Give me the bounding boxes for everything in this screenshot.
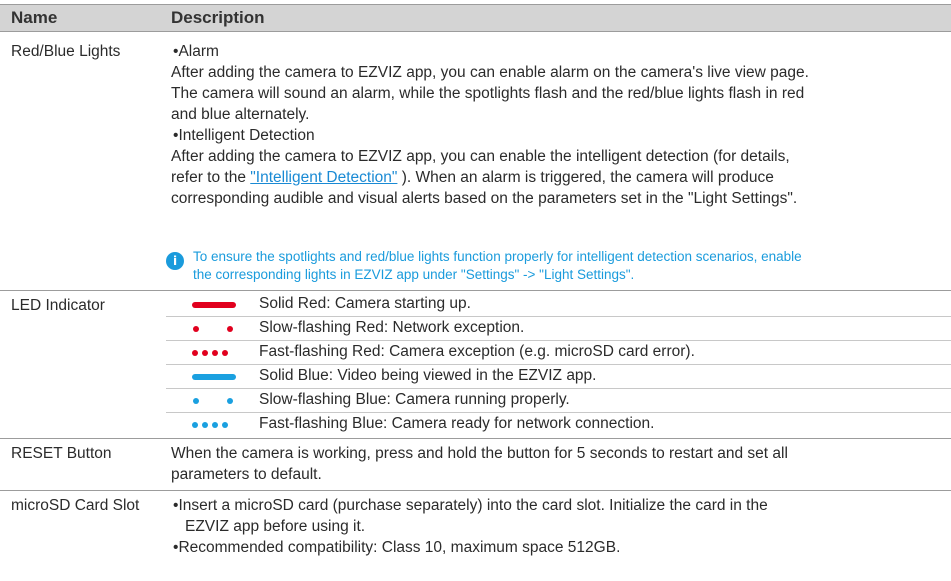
alarm-desc-line: The camera will sound an alarm, while th…: [171, 85, 805, 102]
led-row-divider: [166, 388, 951, 389]
led-dot: [227, 398, 233, 404]
detect-desc-line: corresponding audible and visual alerts …: [171, 190, 798, 207]
bullet-compatibility: •Recommended compatibility: Class 10, ma…: [173, 539, 621, 556]
bullet-detection: •Intelligent Detection: [173, 127, 315, 144]
row-name-sd: microSD Card Slot: [11, 497, 140, 514]
led-dot: [193, 398, 199, 404]
led-row-divider: [166, 412, 951, 413]
detect-desc-line: refer to the "Intelligent Detection" ). …: [171, 169, 774, 186]
led-row-divider: [166, 364, 951, 365]
led-solid-bar: [192, 374, 236, 380]
row-desc-lights: •Alarm After adding the camera to EZVIZ …: [171, 41, 946, 209]
detect-desc-line: After adding the camera to EZVIZ app, yo…: [171, 148, 790, 165]
led-pattern-icon: [181, 367, 241, 388]
led-description: Fast-flashing Red: Camera exception (e.g…: [259, 343, 695, 360]
led-dot: [192, 422, 198, 428]
led-dot: [222, 350, 228, 356]
bullet-insert: •Insert a microSD card (purchase separat…: [173, 497, 768, 514]
led-solid-bar: [192, 302, 236, 308]
led-dot: [212, 422, 218, 428]
led-description: Solid Blue: Video being viewed in the EZ…: [259, 367, 597, 384]
table-header: Name Description: [0, 4, 951, 32]
row-desc-sd: •Insert a microSD card (purchase separat…: [171, 495, 946, 558]
bullet-alarm: •Alarm: [173, 43, 219, 60]
row-name-reset: RESET Button: [11, 445, 112, 462]
led-pattern-icon: [181, 295, 241, 316]
led-pattern-icon: [181, 391, 241, 412]
led-description: Fast-flashing Blue: Camera ready for net…: [259, 415, 655, 432]
led-pattern-icon: [181, 343, 241, 364]
led-dot: [222, 422, 228, 428]
led-dot: [212, 350, 218, 356]
led-dot: [227, 326, 233, 332]
header-name: Name: [11, 8, 58, 27]
led-description: Slow-flashing Red: Network exception.: [259, 319, 525, 336]
row-divider: [0, 438, 951, 439]
led-dot: [202, 350, 208, 356]
row-desc-reset: When the camera is working, press and ho…: [171, 445, 788, 483]
alarm-desc-line: After adding the camera to EZVIZ app, yo…: [171, 64, 809, 81]
led-description: Slow-flashing Blue: Camera running prope…: [259, 391, 570, 408]
led-pattern-icon: [181, 415, 241, 436]
led-dot: [202, 422, 208, 428]
led-dot: [193, 326, 199, 332]
note-text: To ensure the spotlights and red/blue li…: [193, 249, 802, 282]
row-name-led: LED Indicator: [11, 297, 105, 314]
row-divider: [0, 490, 951, 491]
intelligent-detection-link[interactable]: "Intelligent Detection": [250, 169, 397, 186]
led-row-divider: [166, 316, 951, 317]
led-dot: [192, 350, 198, 356]
led-pattern-icon: [181, 319, 241, 340]
led-row-divider: [166, 340, 951, 341]
info-icon: i: [166, 252, 184, 270]
row-divider: [0, 290, 951, 291]
led-description: Solid Red: Camera starting up.: [259, 295, 471, 312]
header-description: Description: [171, 8, 265, 27]
row-name-lights: Red/Blue Lights: [11, 43, 121, 60]
alarm-desc-line: and blue alternately.: [171, 106, 310, 123]
